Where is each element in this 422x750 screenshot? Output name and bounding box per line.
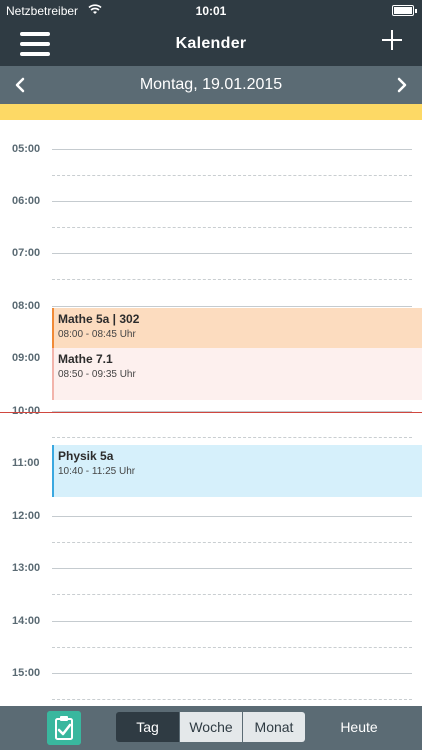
chevron-right-icon[interactable] bbox=[392, 75, 412, 95]
today-button[interactable]: Heute bbox=[326, 712, 392, 742]
hour-label: 11:00 bbox=[12, 457, 40, 469]
half-hour-line bbox=[52, 647, 412, 648]
calendar-event[interactable]: Mathe 5a | 302 08:00 - 08:45 Uhr bbox=[52, 308, 422, 348]
current-time-indicator bbox=[0, 412, 422, 413]
hour-label: 06:00 bbox=[12, 195, 41, 207]
calendar-event[interactable]: Physik 5a 10:40 - 11:25 Uhr bbox=[52, 445, 422, 497]
half-hour-line bbox=[52, 542, 412, 543]
hour-label: 12:00 bbox=[12, 510, 41, 522]
hour-label: 13:00 bbox=[12, 562, 41, 574]
hour-label: 08:00 bbox=[12, 300, 41, 312]
half-hour-line bbox=[52, 699, 412, 700]
hour-line bbox=[52, 253, 412, 254]
event-time: 08:50 - 09:35 Uhr bbox=[58, 369, 136, 380]
hour-label: 07:00 bbox=[12, 247, 41, 259]
half-hour-line bbox=[52, 175, 412, 176]
hour-label: 05:00 bbox=[12, 143, 41, 155]
plus-icon[interactable] bbox=[382, 30, 402, 50]
date-bar: Montag, 19.01.2015 bbox=[0, 66, 422, 104]
hour-line bbox=[52, 568, 412, 569]
half-hour-line bbox=[52, 437, 412, 438]
tab-week[interactable]: Woche bbox=[180, 712, 242, 742]
tab-month[interactable]: Monat bbox=[243, 712, 305, 742]
battery-icon bbox=[392, 5, 417, 16]
half-hour-line bbox=[52, 227, 412, 228]
hour-line bbox=[52, 673, 412, 674]
hour-label: 09:00 bbox=[12, 352, 41, 364]
hour-label: 14:00 bbox=[12, 615, 41, 627]
tab-day[interactable]: Tag bbox=[116, 712, 179, 742]
day-timeline[interactable]: 05:00 06:00 07:00 08:00 09:00 10:00 11:0… bbox=[0, 120, 422, 706]
hour-line bbox=[52, 149, 412, 150]
hour-line bbox=[52, 516, 412, 517]
page-title: Kalender bbox=[175, 35, 247, 52]
hour-line bbox=[52, 201, 412, 202]
bottom-toolbar: Tag Woche Monat Heute bbox=[0, 706, 422, 750]
event-time: 08:00 - 08:45 Uhr bbox=[58, 329, 136, 340]
hour-line bbox=[52, 621, 412, 622]
event-time: 10:40 - 11:25 Uhr bbox=[58, 466, 136, 477]
half-hour-line bbox=[52, 279, 412, 280]
hour-label: 15:00 bbox=[12, 667, 41, 679]
event-title: Physik 5a bbox=[58, 449, 114, 463]
event-title: Mathe 5a | 302 bbox=[58, 312, 140, 326]
status-bar: Netzbetreiber 10:01 bbox=[0, 0, 422, 22]
current-date: Montag, 19.01.2015 bbox=[139, 76, 283, 93]
clipboard-check-icon[interactable] bbox=[47, 711, 81, 745]
nav-bar: Kalender bbox=[0, 22, 422, 66]
half-hour-line bbox=[52, 594, 412, 595]
all-day-strip[interactable] bbox=[0, 104, 422, 120]
status-time: 10:01 bbox=[195, 4, 227, 18]
calendar-event[interactable]: Mathe 7.1 08:50 - 09:35 Uhr bbox=[52, 348, 422, 400]
hour-line bbox=[52, 306, 412, 307]
hour-label: 10:00 bbox=[12, 405, 41, 417]
event-title: Mathe 7.1 bbox=[58, 352, 113, 366]
